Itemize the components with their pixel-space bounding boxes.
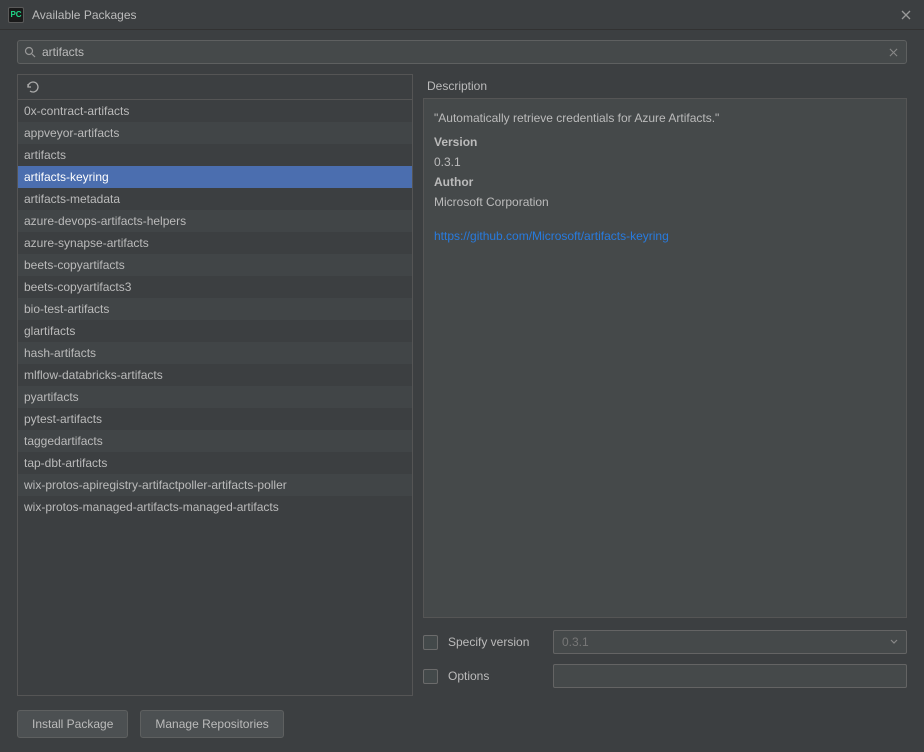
description-panel: Description "Automatically retrieve cred…: [423, 74, 907, 696]
package-item[interactable]: pyartifacts: [18, 386, 412, 408]
list-toolbar: [18, 75, 412, 100]
description-text: "Automatically retrieve credentials for …: [434, 111, 896, 125]
chevron-down-icon: [890, 639, 898, 645]
clear-search-icon[interactable]: [881, 48, 906, 57]
package-item[interactable]: azure-synapse-artifacts: [18, 232, 412, 254]
package-item[interactable]: pytest-artifacts: [18, 408, 412, 430]
package-item[interactable]: appveyor-artifacts: [18, 122, 412, 144]
options-textfield[interactable]: [553, 664, 907, 688]
package-list[interactable]: 0x-contract-artifactsappveyor-artifactsa…: [18, 100, 412, 695]
specify-version-checkbox[interactable]: [423, 635, 438, 650]
package-item[interactable]: 0x-contract-artifacts: [18, 100, 412, 122]
project-link[interactable]: https://github.com/Microsoft/artifacts-k…: [434, 229, 896, 243]
package-list-panel: 0x-contract-artifactsappveyor-artifactsa…: [17, 74, 413, 696]
install-package-button[interactable]: Install Package: [17, 710, 128, 738]
window-title: Available Packages: [32, 8, 896, 22]
app-icon: PC: [8, 7, 24, 23]
titlebar: PC Available Packages: [0, 0, 924, 30]
version-combobox[interactable]: 0.3.1: [553, 630, 907, 654]
search-row: [0, 30, 924, 74]
version-combobox-value: 0.3.1: [562, 635, 890, 649]
description-header: Description: [423, 74, 907, 99]
author-value: Microsoft Corporation: [434, 195, 896, 209]
search-input[interactable]: [42, 41, 881, 63]
options-checkbox[interactable]: [423, 669, 438, 684]
package-item[interactable]: taggedartifacts: [18, 430, 412, 452]
package-item[interactable]: mlflow-databricks-artifacts: [18, 364, 412, 386]
main-area: 0x-contract-artifactsappveyor-artifactsa…: [0, 74, 924, 696]
description-body: "Automatically retrieve credentials for …: [423, 99, 907, 618]
package-item[interactable]: beets-copyartifacts3: [18, 276, 412, 298]
search-field-wrap: [17, 40, 907, 64]
specify-version-row: Specify version 0.3.1: [423, 628, 907, 656]
refresh-icon[interactable]: [26, 80, 40, 94]
options-label: Options: [448, 669, 543, 683]
options-row: Options: [423, 662, 907, 690]
search-icon: [18, 46, 42, 58]
specify-version-label: Specify version: [448, 635, 543, 649]
close-icon[interactable]: [896, 5, 916, 25]
version-label: Version: [434, 135, 896, 149]
options-area: Specify version 0.3.1 Options: [423, 618, 907, 696]
package-item[interactable]: artifacts: [18, 144, 412, 166]
bottom-bar: Install Package Manage Repositories: [0, 696, 924, 752]
package-item[interactable]: wix-protos-apiregistry-artifactpoller-ar…: [18, 474, 412, 496]
package-item[interactable]: bio-test-artifacts: [18, 298, 412, 320]
package-item[interactable]: hash-artifacts: [18, 342, 412, 364]
package-item[interactable]: wix-protos-managed-artifacts-managed-art…: [18, 496, 412, 518]
package-item[interactable]: glartifacts: [18, 320, 412, 342]
package-item[interactable]: artifacts-metadata: [18, 188, 412, 210]
package-item[interactable]: artifacts-keyring: [18, 166, 412, 188]
author-label: Author: [434, 175, 896, 189]
package-item[interactable]: azure-devops-artifacts-helpers: [18, 210, 412, 232]
package-item[interactable]: tap-dbt-artifacts: [18, 452, 412, 474]
manage-repositories-button[interactable]: Manage Repositories: [140, 710, 283, 738]
version-value: 0.3.1: [434, 155, 896, 169]
package-item[interactable]: beets-copyartifacts: [18, 254, 412, 276]
